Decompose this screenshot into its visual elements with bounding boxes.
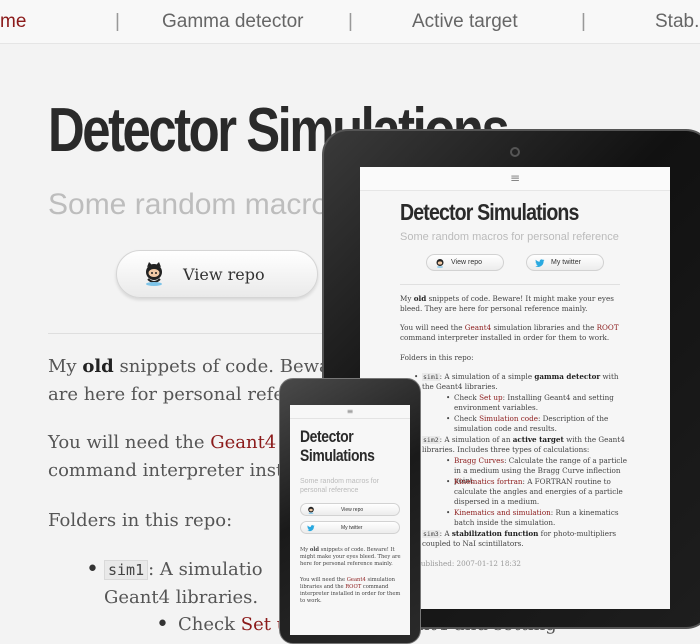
nav-separator: | <box>581 11 586 32</box>
requirements-paragraph: You will need the Geant4 s <box>48 432 291 453</box>
octocat-icon <box>146 262 162 286</box>
bullet-icon: • <box>156 612 169 637</box>
sim1-code: sim1 <box>104 560 149 580</box>
tablet-sub-item-kinematics-simulation: • Kinematics and simulation: Run a kinem… <box>446 508 619 527</box>
tablet-requirements-paragraph: You will need the Geant4 simulation libr… <box>400 323 619 342</box>
menu-icon[interactable]: ≡ <box>290 405 410 419</box>
bragg-curves-link[interactable]: Bragg Curves <box>454 456 504 465</box>
tablet-view-repo-button[interactable]: View repo <box>426 254 504 271</box>
simulation-code-link[interactable]: Simulation code <box>479 414 538 423</box>
phone-device: ≡ Detector Simulations Some random macro… <box>279 378 421 644</box>
geant4-link[interactable]: Geant4 <box>347 577 366 583</box>
phone-view-repo-button[interactable]: View repo <box>300 503 400 516</box>
intro-paragraph-line2: are here for personal refere <box>48 384 304 405</box>
page-subtitle: Some random macros f <box>48 188 360 221</box>
requirements-paragraph-line2: command interpreter insta <box>48 460 295 481</box>
menu-icon[interactable]: ≡ <box>360 167 670 191</box>
nav-separator: | <box>348 11 353 32</box>
tablet-sub-item-setup: • Check Set up: Installing Geant4 and se… <box>446 393 614 412</box>
nav-item-home[interactable]: me <box>0 11 26 33</box>
tablet-sub-item-simulation-code: • Check Simulation code: Description of … <box>446 414 609 433</box>
tablet-list-item-sim2: • sim2: A simulation of an active target… <box>414 435 630 455</box>
phone-twitter-button[interactable]: My twitter <box>300 521 400 534</box>
setup-link[interactable]: Set up <box>479 393 503 402</box>
folders-heading: Folders in this repo: <box>48 510 233 531</box>
view-repo-label: View repo <box>183 265 265 284</box>
sub-list-item-setup: • Check Set u <box>156 612 289 637</box>
tablet-sub-item-kinematics-fortran: • Kinematics fortran: A FORTRAN routine … <box>446 477 623 506</box>
tablet-folders-heading: Folders in this repo: <box>400 353 474 362</box>
root-link[interactable]: ROOT <box>345 584 361 590</box>
octocat-icon <box>308 506 314 514</box>
divider <box>48 333 348 334</box>
phone-screen: ≡ Detector Simulations Some random macro… <box>290 405 410 635</box>
tablet-intro-paragraph: My old snippets of code. Beware! It migh… <box>400 294 614 313</box>
geant4-link[interactable]: Geant4 <box>210 432 276 453</box>
bullet-icon: • <box>446 456 451 465</box>
bullet-icon: • <box>86 557 99 582</box>
tablet-published-date: Published: 2007-01-12 18:32 <box>416 559 521 568</box>
twitter-icon <box>307 525 315 532</box>
kinematics-fortran-link[interactable]: Kinematics fortran <box>454 477 523 486</box>
bullet-icon: • <box>446 414 451 423</box>
bullet-icon: • <box>446 393 451 402</box>
list-item-sim1-line2: Geant4 libraries. <box>104 587 259 608</box>
root-link[interactable]: ROOT <box>597 323 619 332</box>
tablet-list-item-sim3: • sim3: A stabilization function for pho… <box>414 529 630 549</box>
geant4-link[interactable]: Geant4 <box>465 323 491 332</box>
view-repo-button[interactable]: View repo <box>116 250 318 298</box>
phone-intro-paragraph: My old snippets of code. Beware! It migh… <box>300 547 401 567</box>
phone-page-title: Detector Simulations <box>300 427 375 465</box>
tablet-page-title: Detector Simulations <box>400 199 579 225</box>
list-item-sim1: • sim1: A simulatio <box>86 557 263 582</box>
phone-page-subtitle: Some random macros for personal referenc… <box>300 478 379 494</box>
intro-paragraph: My old snippets of code. Beware <box>48 356 349 377</box>
nav-separator: | <box>115 11 120 32</box>
top-navigation: me | Gamma detector | Active target | St… <box>0 0 700 44</box>
tablet-page-subtitle: Some random macros for personal referenc… <box>400 231 619 243</box>
kinematics-simulation-link[interactable]: Kinematics and simulation <box>454 508 551 517</box>
nav-item-active-target[interactable]: Active target <box>412 11 518 33</box>
nav-item-stab[interactable]: Stab. <box>655 11 699 33</box>
tablet-list-item-sim1: • sim1: A simulation of a simple gamma d… <box>414 372 619 391</box>
bullet-icon: • <box>446 508 451 517</box>
octocat-icon <box>436 259 444 268</box>
twitter-icon <box>535 259 545 267</box>
phone-requirements-paragraph: You will need the Geant4 simulation libr… <box>300 577 401 604</box>
bullet-icon: • <box>446 477 451 486</box>
nav-item-gamma-detector[interactable]: Gamma detector <box>162 11 304 33</box>
divider <box>400 284 620 285</box>
camera-icon <box>510 147 520 157</box>
tablet-twitter-button[interactable]: My twitter <box>526 254 604 271</box>
